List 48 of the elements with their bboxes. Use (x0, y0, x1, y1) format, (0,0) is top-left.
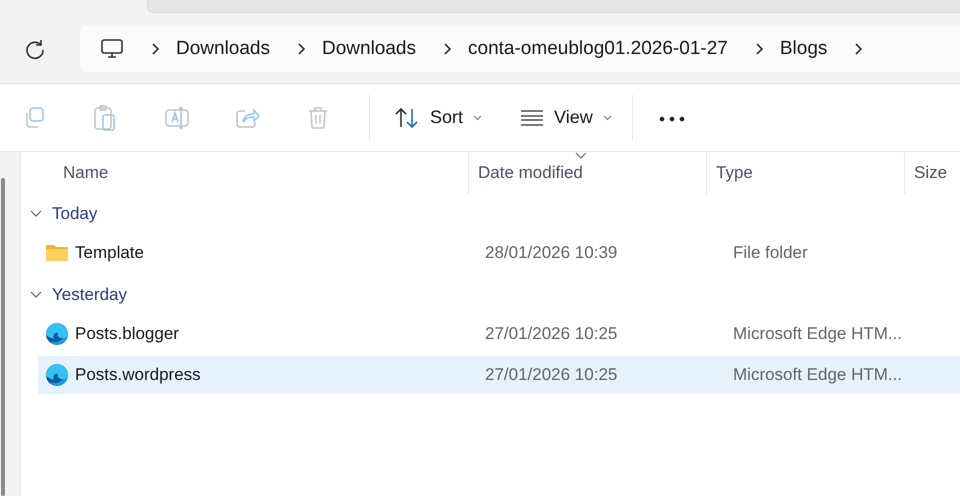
view-menu-button[interactable]: View (510, 101, 622, 134)
group-chevron-icon[interactable] (30, 210, 42, 218)
group-header[interactable]: Today (52, 204, 98, 224)
file-row[interactable]: Posts.wordpress 27/01/2026 10:25 Microsoft Edge HTM... (38, 356, 960, 394)
sort-indicator-icon (574, 152, 587, 159)
file-type: Microsoft Edge HTM... (733, 365, 902, 384)
caret-icon (602, 114, 612, 120)
chevron-icon[interactable] (754, 42, 764, 56)
chevron-icon[interactable] (150, 42, 160, 56)
column-header[interactable]: Size (904, 152, 960, 194)
edge-browser-icon (45, 322, 69, 346)
chevron-icon[interactable] (296, 42, 306, 56)
chevron-icon[interactable] (853, 42, 864, 56)
file-row[interactable]: Posts.blogger 27/01/2026 10:25 Microsoft Edge HTM... (38, 315, 960, 353)
column-header[interactable]: Type (706, 152, 904, 194)
address-bar[interactable]: Downloads Downloads conta-omeublog01.2026-01-27 Blogs (80, 26, 960, 72)
breadcrumb-item[interactable]: Downloads (176, 38, 270, 60)
file-name: Posts.wordpress (75, 365, 201, 385)
computer-icon[interactable] (100, 38, 124, 60)
more-icon (658, 116, 685, 122)
group-chevron-icon[interactable] (30, 291, 42, 299)
column-header[interactable]: Date modified (468, 152, 706, 194)
chevron-icon[interactable] (442, 42, 452, 56)
sort-arrows-icon (394, 106, 420, 128)
folder-icon (45, 244, 69, 262)
column-header[interactable]: Name (21, 152, 468, 194)
date-modified: 27/01/2026 10:25 (485, 365, 618, 384)
rename-icon (164, 106, 190, 130)
edge-browser-icon (45, 363, 69, 387)
share-icon (235, 106, 261, 130)
date-modified: 27/01/2026 10:25 (485, 324, 618, 343)
breadcrumb-item[interactable]: Blogs (780, 38, 828, 60)
clipboard-icon (93, 104, 117, 130)
sort-menu-button[interactable]: Sort (384, 100, 492, 134)
group-header[interactable]: Yesterday (52, 285, 127, 305)
refresh-icon[interactable] (24, 38, 46, 60)
date-modified: 28/01/2026 10:39 (485, 243, 618, 262)
scrollbar[interactable] (1, 178, 5, 496)
breadcrumb-item[interactable]: conta-omeublog01.2026-01-27 (468, 38, 728, 60)
caret-icon (473, 114, 482, 120)
trash-icon (306, 106, 330, 130)
file-type: File folder (733, 243, 808, 262)
file-row[interactable]: Template 28/01/2026 10:39 File folder (38, 234, 960, 272)
file-name: Template (75, 243, 144, 263)
list-lines-icon (520, 108, 544, 126)
file-type: Microsoft Edge HTM... (733, 324, 902, 343)
file-name: Posts.blogger (75, 324, 179, 344)
breadcrumb-item[interactable]: Downloads (322, 38, 416, 60)
